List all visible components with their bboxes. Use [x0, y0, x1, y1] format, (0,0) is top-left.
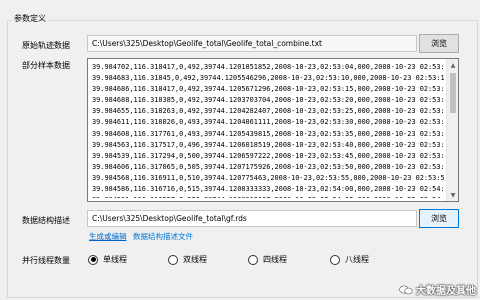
thread-option-label: 四线程 [263, 255, 287, 264]
original-data-browse-button[interactable]: 浏览 [419, 34, 459, 53]
scroll-down-icon[interactable]: ▼ [447, 189, 458, 201]
sample-line: 39.984586,116.316716,0,515,39744.1208333… [92, 185, 444, 194]
radio-circle[interactable] [330, 254, 340, 265]
radio-circle[interactable] [88, 254, 98, 265]
threads-label: 并行线程数量 [22, 256, 70, 265]
samples-text: 39.984702,116.318417,0,492,39744.1201851… [92, 62, 444, 198]
sample-line: 39.984702,116.318417,0,492,39744.1201851… [92, 63, 444, 71]
sample-line: 39.984563,116.317517,0,496,39744.1206018… [92, 140, 444, 149]
sample-line: 39.984655,116.318263,0,492,39744.1204282… [92, 107, 444, 116]
sample-line: 39.984606,116.317065,0,505,39744.1207175… [92, 162, 444, 171]
structure-browse-button[interactable]: 浏览 [419, 209, 459, 228]
original-data-label: 原始轨迹数据 [22, 41, 70, 50]
thread-option-4[interactable]: 八线程 [330, 254, 369, 265]
sample-line: 39.984611,116.318026,0,493,39744.1204861… [92, 118, 444, 127]
sample-line: 39.984568,116.316911,0,510,39744.1207754… [92, 173, 444, 182]
scroll-up-icon[interactable]: ▲ [447, 59, 458, 71]
thread-option-label: 八线程 [345, 255, 369, 264]
samples-scrollbar[interactable]: ▲ ▼ [446, 59, 458, 201]
sample-line: 39.984683,116.31845,0,492,39744.12055462… [92, 74, 444, 83]
group-title: 参数定义 [12, 13, 48, 24]
thread-option-2[interactable]: 双线程 [168, 254, 207, 265]
watermark: 大数据及其他 [399, 282, 476, 297]
sample-line: 39.984608,116.317761,0,493,39744.1205439… [92, 129, 444, 138]
radio-circle[interactable] [248, 254, 258, 265]
thread-option-1[interactable]: 单线程 [88, 254, 127, 265]
radio-selected-dot [90, 257, 96, 262]
sample-line: 39.984686,116.318417,0,492,39744.1205671… [92, 85, 444, 94]
thread-option-label: 双线程 [183, 255, 207, 264]
thread-option-3[interactable]: 四线程 [248, 254, 287, 265]
structure-label: 数据结构描述 [22, 216, 70, 225]
original-data-path-field[interactable]: C:\Users\325\Desktop\Geolife_total\Geoli… [87, 35, 417, 52]
sample-line: 39.984561,116.316527,0,520,39744.1208912… [92, 195, 444, 198]
sample-line: 39.984539,116.317294,0,500,39744.1206597… [92, 151, 444, 160]
generate-edit-link[interactable]: 生成或编辑 [89, 231, 127, 242]
samples-label: 部分样本数据 [22, 61, 70, 70]
structure-path-field[interactable]: C:\Users\325\Desktop\Geolife_total\gf.rd… [87, 210, 417, 227]
thread-option-label: 单线程 [103, 255, 127, 264]
samples-textbox[interactable]: 39.984702,116.318417,0,492,39744.1201851… [87, 58, 459, 202]
wechat-icon [399, 285, 413, 294]
radio-circle[interactable] [168, 254, 178, 265]
structure-file-link[interactable]: 数据结构描述文件 [133, 231, 193, 242]
sample-line: 39.984688,116.318385,0,492,39744.1203703… [92, 96, 444, 105]
scroll-thumb[interactable] [450, 73, 456, 113]
watermark-text: 大数据及其他 [416, 286, 476, 297]
